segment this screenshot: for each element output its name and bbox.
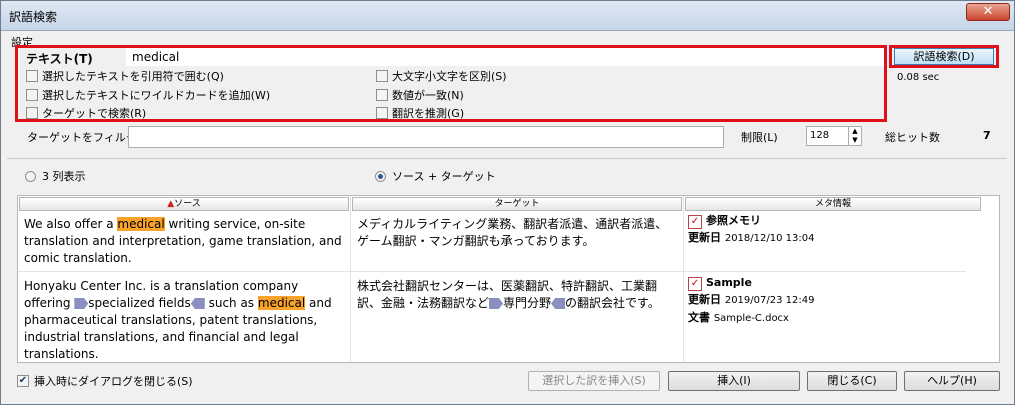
source-text: such as bbox=[204, 296, 258, 310]
tag-open-icon bbox=[489, 298, 504, 309]
elapsed-time: 0.08 sec bbox=[897, 72, 940, 83]
meta-column-header[interactable]: メタ情報 bbox=[685, 197, 981, 211]
search-button[interactable]: 訳語検索(D) bbox=[894, 48, 994, 65]
meta-updated-label: 更新日 bbox=[688, 293, 721, 306]
source-target-radio[interactable]: ソース + ターゲット bbox=[375, 168, 496, 184]
close-on-insert-checkbox[interactable]: 挿入時にダイアログを閉じる(S) bbox=[17, 373, 193, 389]
window-title: 訳語検索 bbox=[9, 10, 58, 24]
column-divider bbox=[683, 196, 684, 362]
row-separator bbox=[18, 271, 966, 272]
target-column-header[interactable]: ターゲット bbox=[352, 197, 682, 211]
memory-icon: ✓ bbox=[688, 277, 702, 291]
result-1-source[interactable]: We also offer a medical writing service,… bbox=[24, 216, 344, 267]
limit-value: 128 bbox=[810, 130, 830, 141]
insert-selected-button[interactable]: 選択した訳を挿入(S) bbox=[528, 371, 660, 391]
meta-doc-value: Sample-C.docx bbox=[713, 313, 789, 324]
limit-spinbox[interactable]: 128 ▲ ▼ bbox=[806, 126, 862, 146]
tag-open-icon bbox=[74, 298, 89, 309]
meta-doc-label: 文書 bbox=[688, 311, 710, 324]
target-filter-input[interactable] bbox=[128, 126, 724, 148]
hits-count: 7 bbox=[983, 129, 991, 142]
filter-label: ターゲットをフィルタ bbox=[27, 131, 137, 144]
title-bar: 訳語検索 ✕ bbox=[1, 1, 1014, 31]
meta-name: 参照メモリ bbox=[706, 214, 761, 227]
result-2-meta[interactable]: ✓ Sample 更新日 2019/07/23 12:49 文書 Sample-C… bbox=[688, 274, 968, 327]
highlight-frame bbox=[15, 45, 887, 122]
meta-updated-label: 更新日 bbox=[688, 231, 721, 244]
spin-arrows-icon[interactable]: ▲ ▼ bbox=[848, 127, 861, 145]
source-header-label: ソース bbox=[174, 199, 201, 209]
close-button[interactable]: 閉じる(C) bbox=[807, 371, 897, 391]
target-text: 専門分野 bbox=[503, 296, 552, 310]
meta-updated-value: 2018/12/10 13:04 bbox=[724, 233, 815, 244]
source-target-label: ソース + ターゲット bbox=[392, 170, 496, 183]
source-column-header[interactable]: ▲ソース bbox=[19, 197, 349, 211]
close-window-button[interactable]: ✕ bbox=[966, 3, 1010, 21]
three-column-radio[interactable]: 3 列表示 bbox=[25, 168, 86, 184]
result-1-target[interactable]: メディカルライティング業務、翻訳者派遣、通訳者派遣、ゲーム翻訳・マンガ翻訳も承っ… bbox=[357, 216, 675, 250]
limit-label: 制限(L) bbox=[741, 131, 778, 144]
help-button[interactable]: ヘルプ(H) bbox=[904, 371, 1000, 391]
memory-icon: ✓ bbox=[688, 215, 702, 229]
meta-name: Sample bbox=[706, 276, 752, 289]
radio-dot[interactable] bbox=[25, 170, 36, 182]
checkbox-checked[interactable] bbox=[17, 375, 29, 387]
source-text: We also offer a bbox=[24, 217, 118, 231]
target-text: の翻訳会社です。 bbox=[565, 296, 660, 310]
source-text: specialized fields bbox=[88, 296, 191, 310]
term-search-dialog: 訳語検索 ✕ 設定 テキスト(T) medical 選択したテキストを引用符で囲… bbox=[0, 0, 1015, 405]
insert-button[interactable]: 挿入(I) bbox=[668, 371, 800, 391]
column-divider bbox=[350, 196, 351, 362]
close-on-insert-label: 挿入時にダイアログを閉じる(S) bbox=[34, 375, 193, 388]
result-2-target[interactable]: 株式会社翻訳センターは、医薬翻訳、特許翻訳、工業翻訳、金融・法務翻訳など 専門分野… bbox=[357, 278, 675, 312]
divider bbox=[7, 158, 1007, 159]
meta-updated-value: 2019/07/23 12:49 bbox=[724, 295, 815, 306]
result-2-source[interactable]: Honyaku Center Inc. is a translation com… bbox=[24, 278, 344, 362]
search-hit: medical bbox=[257, 296, 306, 310]
result-1-meta[interactable]: ✓ 参照メモリ 更新日 2018/12/10 13:04 bbox=[688, 212, 968, 247]
radio-dot-selected[interactable] bbox=[375, 170, 386, 182]
hits-label: 総ヒット数 bbox=[885, 131, 940, 144]
results-panel: ▲ソース ターゲット メタ情報 We also offer a medical … bbox=[17, 195, 1000, 363]
three-column-label: 3 列表示 bbox=[42, 170, 86, 183]
tag-close-icon bbox=[190, 298, 205, 309]
search-hit: medical bbox=[117, 217, 165, 231]
tag-close-icon bbox=[551, 298, 566, 309]
